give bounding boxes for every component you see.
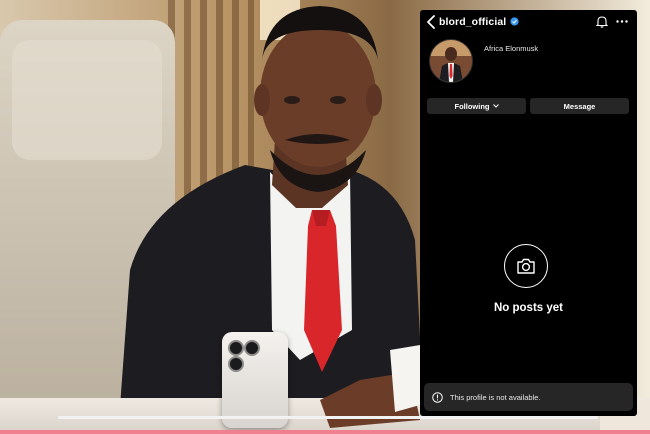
following-button[interactable]: Following	[427, 98, 526, 114]
more-icon[interactable]	[616, 20, 628, 23]
back-arrow-icon[interactable]	[426, 15, 436, 29]
instagram-profile-overlay: blord_official Africa Elonmusk Following	[420, 10, 637, 416]
no-posts-label: No posts yet	[493, 302, 563, 314]
verified-badge-icon	[510, 17, 519, 26]
bottom-strip	[0, 430, 650, 434]
bell-icon[interactable]	[596, 15, 608, 28]
notice-text: This profile is not available.	[450, 392, 541, 402]
camera-icon-circle	[504, 244, 548, 288]
profile-username: blord_official	[439, 16, 507, 28]
following-button-label: Following	[454, 101, 490, 111]
profile-display-name: Africa Elonmusk	[484, 44, 539, 53]
chevron-down-icon	[492, 104, 499, 108]
info-icon	[432, 391, 443, 403]
avatar[interactable]	[429, 39, 473, 83]
camera-icon	[517, 258, 535, 274]
message-button[interactable]: Message	[530, 98, 629, 114]
phone-in-photo	[222, 332, 288, 428]
profile-header: blord_official	[420, 10, 637, 34]
message-button-label: Message	[563, 101, 596, 111]
profile-unavailable-notice: This profile is not available.	[424, 383, 633, 411]
video-progress-line	[58, 416, 598, 419]
